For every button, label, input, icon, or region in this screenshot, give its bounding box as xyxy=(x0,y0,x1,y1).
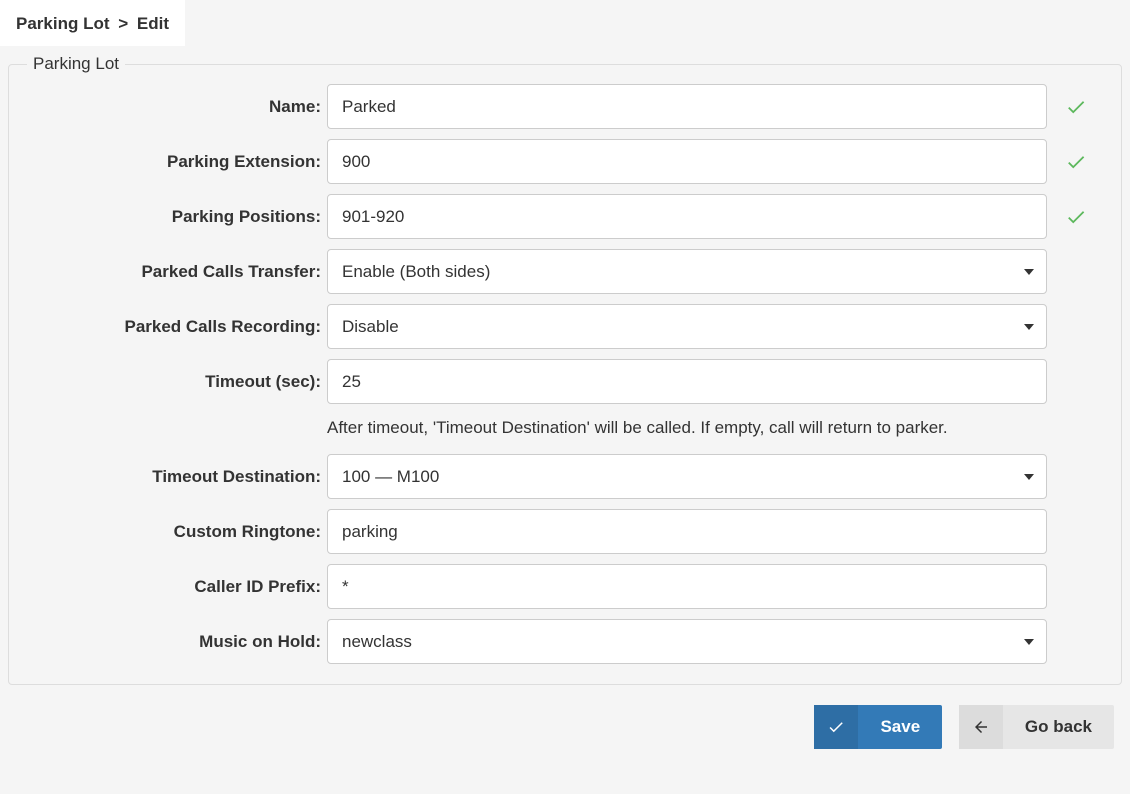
caret-down-icon xyxy=(1024,322,1034,332)
caret-down-icon xyxy=(1024,472,1034,482)
parked-calls-transfer-label: Parked Calls Transfer: xyxy=(27,262,327,282)
check-icon xyxy=(814,705,858,749)
save-button[interactable]: Save xyxy=(814,705,942,749)
select-value: Enable (Both sides) xyxy=(342,262,490,282)
custom-ringtone-input[interactable] xyxy=(327,509,1047,554)
chevron-right-icon: > xyxy=(118,14,128,33)
parking-extension-label: Parking Extension: xyxy=(27,152,327,172)
breadcrumb-current: Edit xyxy=(137,14,169,33)
select-value: Disable xyxy=(342,317,399,337)
music-on-hold-select[interactable]: newclass xyxy=(327,619,1047,664)
fieldset-legend: Parking Lot xyxy=(27,54,125,74)
caret-down-icon xyxy=(1024,637,1034,647)
caret-down-icon xyxy=(1024,267,1034,277)
parked-calls-transfer-select[interactable]: Enable (Both sides) xyxy=(327,249,1047,294)
music-on-hold-label: Music on Hold: xyxy=(27,632,327,652)
caller-id-prefix-label: Caller ID Prefix: xyxy=(27,577,327,597)
save-button-label: Save xyxy=(858,705,942,749)
check-icon xyxy=(1065,151,1087,173)
timeout-label: Timeout (sec): xyxy=(27,372,327,392)
parking-lot-fieldset: Parking Lot Name: Parking Extension: Par… xyxy=(8,54,1122,685)
go-back-button[interactable]: Go back xyxy=(959,705,1114,749)
go-back-button-label: Go back xyxy=(1003,705,1114,749)
name-label: Name: xyxy=(27,97,327,117)
custom-ringtone-label: Custom Ringtone: xyxy=(27,522,327,542)
parking-extension-input[interactable] xyxy=(327,139,1047,184)
timeout-destination-select[interactable]: 100 — M100 xyxy=(327,454,1047,499)
footer-actions: Save Go back xyxy=(8,685,1122,749)
name-input[interactable] xyxy=(327,84,1047,129)
check-icon xyxy=(1065,96,1087,118)
select-value: 100 — M100 xyxy=(342,467,439,487)
check-icon xyxy=(1065,206,1087,228)
breadcrumb: Parking Lot > Edit xyxy=(0,0,185,46)
parking-positions-input[interactable] xyxy=(327,194,1047,239)
timeout-destination-label: Timeout Destination: xyxy=(27,467,327,487)
arrow-left-icon xyxy=(959,705,1003,749)
select-value: newclass xyxy=(342,632,412,652)
caller-id-prefix-input[interactable] xyxy=(327,564,1047,609)
breadcrumb-root[interactable]: Parking Lot xyxy=(16,14,110,33)
parking-positions-label: Parking Positions: xyxy=(27,207,327,227)
timeout-help-text: After timeout, 'Timeout Destination' wil… xyxy=(327,414,948,444)
timeout-input[interactable] xyxy=(327,359,1047,404)
parked-calls-recording-label: Parked Calls Recording: xyxy=(27,317,327,337)
parked-calls-recording-select[interactable]: Disable xyxy=(327,304,1047,349)
